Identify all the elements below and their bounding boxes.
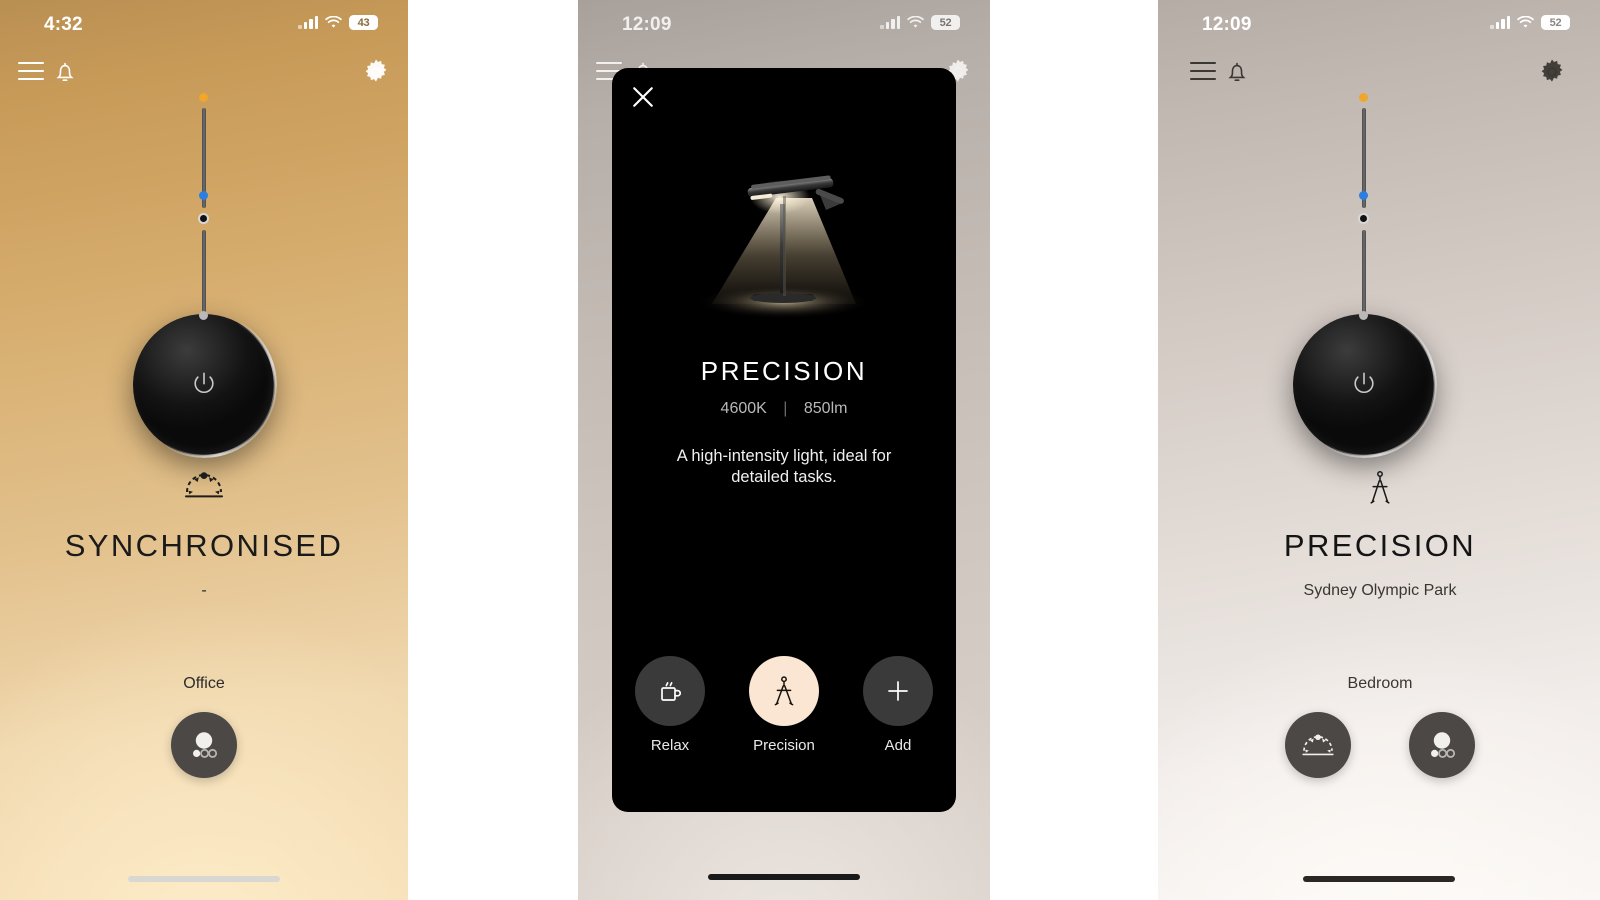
- preset-relax-label: Relax: [650, 737, 690, 754]
- brightness-level-tick[interactable]: [199, 311, 208, 320]
- nav-row: [0, 56, 408, 92]
- cool-temperature-tick[interactable]: [199, 191, 208, 200]
- status-system-icons: 52: [1490, 15, 1570, 30]
- moon-dots-icon: [193, 732, 218, 758]
- phone-screen-precision-modal: 12:09 52 PRECISION 4600K | 850lm A high-…: [578, 0, 990, 900]
- preset-add-label: Add: [884, 737, 912, 754]
- phone-screen-synchronised: 4:32 43 SYNCHRONISED - Office: [0, 0, 408, 900]
- preset-precision-circle: [749, 656, 819, 726]
- mode-icon-wrap: [0, 468, 408, 502]
- modal-title: PRECISION: [700, 356, 868, 386]
- status-bar: 12:09 52: [578, 0, 990, 46]
- lumens-value: 850lm: [803, 400, 848, 417]
- brightness-ring-marker[interactable]: [198, 213, 209, 224]
- wifi-icon: [1517, 16, 1534, 28]
- bell-icon[interactable]: [1224, 58, 1250, 86]
- preset-add[interactable]: Add: [863, 656, 933, 754]
- preset-add-circle: [863, 656, 933, 726]
- status-system-icons: 43: [298, 15, 378, 30]
- mode-subtitle: Sydney Olympic Park: [1303, 582, 1457, 599]
- cellular-signal-icon: [298, 16, 318, 29]
- power-icon: [194, 372, 214, 393]
- brightness-level-tick[interactable]: [1359, 311, 1368, 320]
- color-temperature-value: 4600K: [720, 400, 767, 417]
- home-indicator[interactable]: [128, 876, 280, 882]
- wifi-icon: [907, 16, 924, 28]
- room-buttons: [0, 712, 408, 778]
- menu-icon[interactable]: [18, 62, 44, 80]
- home-indicator[interactable]: [708, 874, 860, 880]
- room-buttons: [1160, 712, 1600, 778]
- status-clock: 12:09: [1202, 14, 1252, 35]
- room-button-office[interactable]: [1409, 712, 1475, 778]
- phone-screen-precision-applied: 12:09 52 PRECISION Sydney Olympic Park B…: [1158, 0, 1600, 900]
- room-button-synchronised[interactable]: [1285, 712, 1351, 778]
- plus-icon: [888, 681, 908, 701]
- screenshot-stage: 4:32 43 SYNCHRONISED - Office 12:09 52 P…: [0, 0, 1600, 900]
- brightness-ring-marker[interactable]: [1358, 213, 1369, 224]
- close-icon[interactable]: [628, 82, 658, 112]
- desk-lamp-illustration: [696, 175, 872, 319]
- status-clock: 4:32: [44, 14, 83, 35]
- warm-temperature-tick[interactable]: [199, 93, 208, 102]
- power-icon: [1354, 372, 1374, 393]
- preset-list: Relax Precision Add: [612, 656, 956, 754]
- home-indicator[interactable]: [1303, 876, 1455, 882]
- room-label: Office: [183, 675, 225, 692]
- mode-title: PRECISION: [1283, 528, 1477, 563]
- status-clock: 12:09: [622, 14, 672, 35]
- cool-temperature-tick[interactable]: [1359, 191, 1368, 200]
- status-bar: 12:09 52: [1158, 0, 1600, 46]
- room-label: Bedroom: [1347, 675, 1413, 692]
- modal-description: A high-intensity light, ideal for detail…: [676, 447, 892, 487]
- battery-indicator: 52: [931, 15, 960, 30]
- coffee-mug-icon: [661, 681, 681, 701]
- warm-temperature-tick[interactable]: [1359, 93, 1368, 102]
- synchronised-icon: [1302, 734, 1334, 756]
- brightness-track[interactable]: [1362, 230, 1366, 314]
- preset-precision-label: Precision: [753, 737, 815, 754]
- wifi-icon: [325, 16, 342, 28]
- gear-icon[interactable]: [1536, 56, 1568, 88]
- battery-indicator: 43: [349, 15, 378, 30]
- preset-relax-circle: [635, 656, 705, 726]
- cellular-signal-icon: [880, 16, 900, 29]
- status-bar: 4:32 43: [0, 0, 408, 46]
- spec-separator: |: [783, 400, 788, 417]
- brightness-track[interactable]: [202, 230, 206, 314]
- power-knob[interactable]: [1293, 314, 1435, 456]
- preset-precision[interactable]: Precision: [749, 656, 819, 754]
- menu-icon[interactable]: [1190, 62, 1216, 80]
- mode-title: SYNCHRONISED: [64, 528, 344, 563]
- status-system-icons: 52: [880, 15, 960, 30]
- synchronised-icon: [185, 472, 223, 498]
- preset-detail-modal: PRECISION 4600K | 850lm A high-intensity…: [612, 68, 956, 812]
- compass-divider-icon: [774, 676, 794, 706]
- compass-divider-icon: [1370, 471, 1390, 504]
- battery-indicator: 52: [1541, 15, 1570, 30]
- mode-icon-wrap: [1160, 468, 1600, 508]
- cellular-signal-icon: [1490, 16, 1510, 29]
- desk-lamp-image: [612, 152, 956, 342]
- modal-specs: 4600K | 850lm: [612, 400, 956, 418]
- mode-subtitle: -: [201, 582, 207, 599]
- power-knob[interactable]: [133, 314, 275, 456]
- gear-icon[interactable]: [360, 56, 392, 88]
- preset-relax[interactable]: Relax: [635, 656, 705, 754]
- room-button-office[interactable]: [171, 712, 237, 778]
- nav-row: [1158, 56, 1600, 92]
- bell-icon[interactable]: [52, 58, 78, 86]
- moon-dots-icon: [1431, 732, 1456, 758]
